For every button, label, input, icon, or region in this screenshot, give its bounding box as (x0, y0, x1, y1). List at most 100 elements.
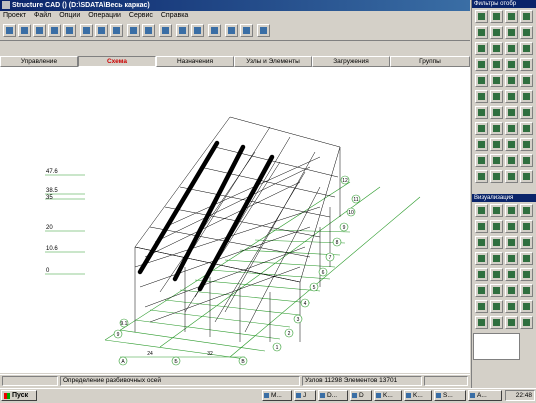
filter-button[interactable] (520, 42, 533, 55)
toolbar-button[interactable] (191, 24, 204, 37)
viz-button[interactable] (490, 220, 503, 233)
viz-button[interactable] (520, 268, 533, 281)
filter-button[interactable] (505, 170, 518, 183)
filter-button[interactable] (520, 170, 533, 183)
viz-button[interactable] (475, 252, 488, 265)
filter-button[interactable] (475, 106, 488, 119)
filter-button[interactable] (505, 154, 518, 167)
viz-button[interactable] (490, 284, 503, 297)
tab-nodes-elements[interactable]: Узлы и Элементы (234, 56, 312, 67)
viz-button[interactable] (520, 300, 533, 313)
task-button[interactable]: K... (404, 390, 432, 401)
toolbar-button[interactable] (63, 24, 76, 37)
filter-button[interactable] (475, 10, 488, 23)
filter-button[interactable] (520, 154, 533, 167)
viz-button[interactable] (520, 220, 533, 233)
tab-control[interactable]: Управление (0, 56, 78, 67)
filter-button[interactable] (505, 10, 518, 23)
viz-button[interactable] (490, 236, 503, 249)
filter-button[interactable] (505, 58, 518, 71)
menu-help[interactable]: Справка (161, 12, 188, 19)
task-button[interactable]: A... (468, 390, 502, 401)
viz-button[interactable] (475, 268, 488, 281)
start-button[interactable]: Пуск (1, 390, 37, 401)
viz-button[interactable] (505, 252, 518, 265)
toolbar-button[interactable] (176, 24, 189, 37)
filter-button[interactable] (475, 154, 488, 167)
tab-assignments[interactable]: Назначения (156, 56, 234, 67)
viz-button[interactable] (505, 236, 518, 249)
filter-button[interactable] (520, 122, 533, 135)
filter-button[interactable] (475, 170, 488, 183)
task-button[interactable]: K... (374, 390, 402, 401)
task-button[interactable]: D (350, 390, 372, 401)
filter-button[interactable] (490, 154, 503, 167)
viz-button[interactable] (505, 316, 518, 329)
filter-button[interactable] (490, 106, 503, 119)
toolbar-button[interactable] (110, 24, 123, 37)
menu-service[interactable]: Сервис (129, 12, 153, 19)
viz-button[interactable] (475, 316, 488, 329)
task-button-active[interactable]: S... (434, 390, 466, 401)
viz-button[interactable] (475, 300, 488, 313)
menu-options[interactable]: Опции (59, 12, 80, 19)
filter-button[interactable] (505, 42, 518, 55)
toolbar-button[interactable] (240, 24, 253, 37)
filter-button[interactable] (520, 26, 533, 39)
toolbar-button[interactable] (159, 24, 172, 37)
viz-button[interactable] (475, 236, 488, 249)
menu-project[interactable]: Проект (3, 12, 26, 19)
viz-button[interactable] (505, 220, 518, 233)
menu-operations[interactable]: Операции (88, 12, 121, 19)
toolbar-button[interactable] (18, 24, 31, 37)
task-button[interactable]: D... (318, 390, 348, 401)
filter-button[interactable] (520, 10, 533, 23)
filter-button[interactable] (505, 90, 518, 103)
viz-button[interactable] (490, 252, 503, 265)
filter-button[interactable] (490, 122, 503, 135)
toolbar-button[interactable] (48, 24, 61, 37)
viz-button[interactable] (505, 268, 518, 281)
filter-button[interactable] (505, 26, 518, 39)
filter-button[interactable] (490, 138, 503, 151)
task-button[interactable]: M... (262, 390, 292, 401)
filter-button[interactable] (490, 74, 503, 87)
viz-button[interactable] (475, 204, 488, 217)
viz-button[interactable] (475, 220, 488, 233)
viz-button[interactable] (520, 316, 533, 329)
filter-button[interactable] (505, 106, 518, 119)
viz-button[interactable] (505, 204, 518, 217)
tab-scheme[interactable]: Схема (78, 56, 156, 67)
viz-button[interactable] (520, 284, 533, 297)
viz-button[interactable] (520, 236, 533, 249)
viz-button[interactable] (505, 284, 518, 297)
filter-button[interactable] (505, 74, 518, 87)
filter-button[interactable] (520, 138, 533, 151)
model-canvas[interactable]: 1 2 3 4 5 6 7 8 9 10 11 12 A Б В 24 32 9… (0, 67, 470, 373)
viz-button[interactable] (505, 300, 518, 313)
filter-button[interactable] (475, 138, 488, 151)
filter-button[interactable] (520, 90, 533, 103)
tab-loadings[interactable]: Загружения (312, 56, 390, 67)
filter-button[interactable] (490, 58, 503, 71)
viz-button[interactable] (520, 204, 533, 217)
toolbar-button[interactable] (33, 24, 46, 37)
filter-button[interactable] (520, 74, 533, 87)
task-button[interactable]: J (294, 390, 316, 401)
toolbar-button[interactable] (208, 24, 221, 37)
viz-button[interactable] (490, 268, 503, 281)
toolbar-button[interactable] (257, 24, 270, 37)
filter-button[interactable] (490, 90, 503, 103)
filter-button[interactable] (475, 90, 488, 103)
viz-button[interactable] (520, 252, 533, 265)
filter-button[interactable] (475, 74, 488, 87)
menu-file[interactable]: Файл (34, 12, 51, 19)
toolbar-button[interactable] (3, 24, 16, 37)
filter-button[interactable] (475, 58, 488, 71)
filter-button[interactable] (505, 122, 518, 135)
filter-button[interactable] (490, 10, 503, 23)
viz-button[interactable] (475, 284, 488, 297)
viz-button[interactable] (490, 300, 503, 313)
filter-button[interactable] (490, 170, 503, 183)
toolbar-button[interactable] (142, 24, 155, 37)
